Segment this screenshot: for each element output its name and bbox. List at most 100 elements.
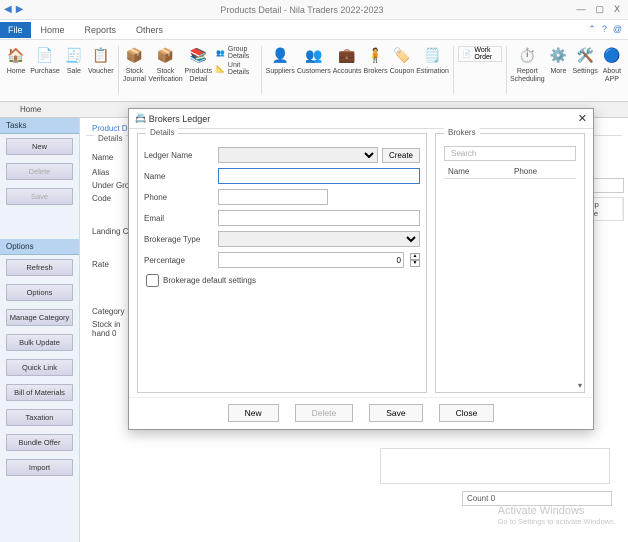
dialog-title: Brokers Ledger (149, 114, 211, 124)
ribbon-estimation-label: Estimation (416, 68, 449, 76)
spinner-down-icon[interactable]: ▼ (410, 260, 420, 267)
sale-icon: 🧾 (63, 44, 85, 66)
spinner-up-icon[interactable]: ▲ (410, 253, 420, 260)
nav-back-icon[interactable]: ◀ (4, 4, 12, 15)
ribbon-suppliers-label: Suppliers (266, 68, 295, 76)
ribbon-more-label: More (550, 68, 566, 76)
sidebar-refresh-button[interactable]: Refresh (6, 259, 73, 276)
unit-details-button[interactable]: 📐Unit Details (216, 62, 255, 76)
more-icon: ⚙️ (547, 44, 569, 66)
ribbon-accounts[interactable]: 💼Accounts (333, 44, 362, 76)
percentage-input[interactable] (218, 252, 404, 268)
ribbon-about-label: About APP (600, 68, 624, 83)
work-order-icon: 📄 (463, 50, 472, 58)
email-label: Email (144, 214, 214, 223)
ledger-name-select[interactable] (218, 147, 378, 163)
ribbon-home[interactable]: 🏠Home (4, 44, 28, 76)
ribbon-stock-journal[interactable]: 📦Stock Journal (122, 44, 146, 83)
voucher-icon: 📋 (90, 44, 112, 66)
ribbon-products-detail[interactable]: 📚Products Detail (185, 44, 213, 83)
nav-forward-icon[interactable]: ▶ (16, 4, 24, 15)
home-icon: 🏠 (5, 44, 27, 66)
dialog-body: Details Ledger Name Create Name Phone Em… (129, 129, 593, 397)
brokers-table-header: Name Phone (444, 165, 576, 179)
file-menu[interactable]: File (0, 22, 31, 38)
group-details-label: Group Details (228, 46, 255, 60)
dialog-footer: New Delete Save Close (129, 397, 593, 430)
phone-input[interactable] (218, 189, 328, 205)
sidebar-delete-button[interactable]: Delete (6, 163, 73, 180)
at-icon[interactable]: @ (613, 24, 622, 35)
field-name-label: Name (92, 153, 124, 162)
sidebar-options-header: Options (0, 239, 79, 255)
ribbon-more[interactable]: ⚙️ More (546, 44, 570, 76)
ribbon-settings[interactable]: 🛠️Settings (573, 44, 598, 76)
sidebar-import-button[interactable]: Import (6, 459, 73, 476)
sidebar-bundle-offer-button[interactable]: Bundle Offer (6, 434, 73, 451)
ribbon-coupon-label: Coupon (390, 68, 415, 76)
breadcrumb-home[interactable]: Home (20, 105, 41, 114)
menu-tab-reports[interactable]: Reports (75, 22, 127, 38)
create-button[interactable]: Create (382, 148, 420, 163)
sidebar-bill-of-materials-button[interactable]: Bill of Materials (6, 384, 73, 401)
customers-icon: 👥 (303, 44, 325, 66)
sidebar-tasks-header: Tasks (0, 118, 79, 134)
sidebar: Tasks New Delete Save Options Refresh Op… (0, 118, 80, 542)
email-input[interactable] (218, 210, 420, 226)
brokerage-type-label: Brokerage Type (144, 235, 214, 244)
unit-details-label: Unit Details (228, 62, 255, 76)
default-settings-checkbox[interactable] (146, 274, 159, 287)
ribbon-purchase[interactable]: 📄Purchase (30, 44, 60, 76)
ribbon-group-unit: 👥Group Details 📐Unit Details (214, 44, 257, 78)
group-details-button[interactable]: 👥Group Details (216, 46, 255, 60)
dialog-close-icon[interactable]: ✕ (578, 112, 587, 125)
menu-tab-others[interactable]: Others (126, 22, 173, 38)
ribbon-brokers-label: Brokers (364, 68, 388, 76)
ribbon-about[interactable]: 🔵About APP (600, 44, 624, 83)
sidebar-options-button[interactable]: Options (6, 284, 73, 301)
sidebar-quick-link-button[interactable]: Quick Link (6, 359, 73, 376)
maximize-icon[interactable]: ▢ (595, 4, 604, 15)
dialog-save-button[interactable]: Save (369, 404, 422, 422)
ribbon-stock-verification[interactable]: 📦Stock Verification (149, 44, 183, 83)
close-icon[interactable]: X (614, 4, 620, 15)
sidebar-bulk-update-button[interactable]: Bulk Update (6, 334, 73, 351)
name-input[interactable] (218, 168, 420, 184)
ribbon-report-scheduling-label: Report Scheduling (510, 68, 545, 83)
brokers-icon: 🧍 (365, 44, 387, 66)
ribbon-voucher[interactable]: 📋Voucher (88, 44, 114, 76)
help-icon[interactable]: ? (602, 24, 607, 35)
sidebar-save-button[interactable]: Save (6, 188, 73, 205)
menu-bar: File Home Reports Others ⌃ ? @ (0, 20, 628, 40)
minimize-icon[interactable]: — (576, 4, 585, 15)
sidebar-taxation-button[interactable]: Taxation (6, 409, 73, 426)
dialog-close-button[interactable]: Close (439, 404, 495, 422)
brokers-search-input[interactable]: Search (444, 146, 576, 161)
ribbon-customers[interactable]: 👥Customers (297, 44, 331, 76)
brokerage-type-select[interactable] (218, 231, 420, 247)
group-icon: 👥 (216, 49, 225, 57)
work-order-button[interactable]: 📄Work Order (458, 46, 502, 62)
phone-label: Phone (144, 193, 214, 202)
scroll-down-icon[interactable]: ▾ (578, 381, 582, 390)
coupon-icon: 🏷️ (391, 44, 413, 66)
dialog-brokers-panel: Brokers Search Name Phone ▾ (435, 133, 585, 393)
brokers-legend: Brokers (444, 128, 480, 137)
percentage-spinner[interactable]: ▲▼ (410, 253, 420, 267)
details-legend: Details (146, 128, 178, 137)
sidebar-new-button[interactable]: New (6, 138, 73, 155)
title-bar: ◀ ▶ Products Detail - Nila Traders 2022-… (0, 0, 628, 20)
ribbon-accounts-label: Accounts (333, 68, 362, 76)
ribbon-estimation[interactable]: 🗒️Estimation (416, 44, 449, 76)
dialog-delete-button[interactable]: Delete (295, 404, 354, 422)
ribbon-report-scheduling[interactable]: ⏱️Report Scheduling (510, 44, 544, 83)
ribbon-coupon[interactable]: 🏷️ Coupon (390, 44, 415, 76)
stock-verification-icon: 📦 (155, 44, 177, 66)
ribbon-sale[interactable]: 🧾Sale (62, 44, 86, 76)
dialog-new-button[interactable]: New (228, 404, 279, 422)
ribbon-suppliers[interactable]: 👤Suppliers (266, 44, 295, 76)
caret-icon[interactable]: ⌃ (588, 24, 596, 35)
menu-tab-home[interactable]: Home (31, 22, 75, 38)
ribbon-brokers[interactable]: 🧍 Brokers (364, 44, 388, 76)
sidebar-manage-category-button[interactable]: Manage Category (6, 309, 73, 326)
